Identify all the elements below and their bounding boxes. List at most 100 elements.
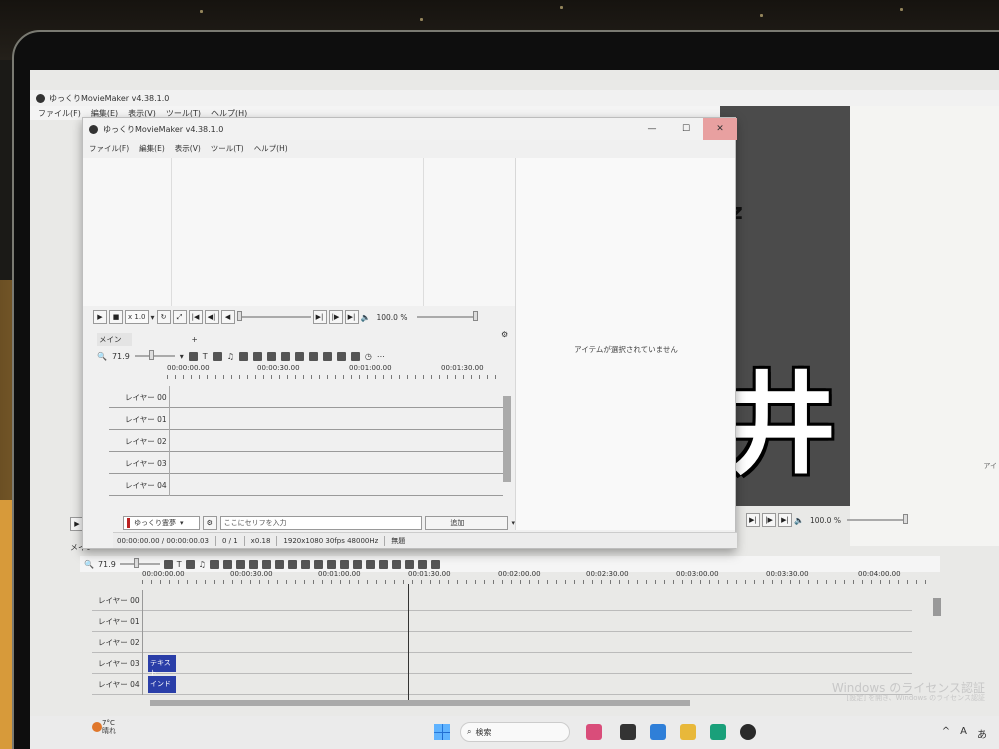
weather-icon[interactable]: [92, 722, 102, 732]
add-dropdown-icon[interactable]: ▾: [511, 519, 515, 527]
clock-icon[interactable]: ◷: [365, 352, 372, 361]
menu-edit[interactable]: 編集(E): [139, 143, 165, 154]
volume-slider[interactable]: [417, 311, 479, 321]
start-button[interactable]: [434, 724, 450, 740]
back-timeline-ruler[interactable]: 00:00:00.00 00:00:30.00 00:01:00.00 00:0…: [142, 570, 942, 584]
front-preview-area[interactable]: [83, 158, 515, 306]
timeline-layer[interactable]: レイヤー 02: [109, 430, 503, 452]
skip-end-icon[interactable]: ▶|: [344, 310, 359, 324]
timeline-layer[interactable]: レイヤー 03: [109, 452, 503, 474]
lock-icon[interactable]: [378, 559, 388, 569]
zoom-slider-thumb[interactable]: [148, 350, 154, 360]
copilot-icon[interactable]: [650, 724, 666, 740]
delete-icon[interactable]: [365, 559, 375, 569]
grid-icon[interactable]: [336, 351, 346, 361]
text-icon[interactable]: T: [203, 352, 208, 361]
menu-file[interactable]: ファイル(F): [89, 143, 129, 154]
settings-icon[interactable]: [430, 559, 440, 569]
face-icon[interactable]: [248, 559, 258, 569]
timeline-layer[interactable]: レイヤー 03 テキスト: [92, 653, 912, 677]
step-forward-icon[interactable]: |▶: [328, 310, 343, 324]
play-pause-icon[interactable]: ▶|: [746, 513, 760, 527]
zoom-slider-thumb[interactable]: [133, 558, 139, 568]
pane-divider[interactable]: [171, 158, 172, 306]
vertical-scrollbar[interactable]: [933, 598, 941, 616]
menu-help[interactable]: ヘルプ(H): [254, 143, 288, 154]
close-button[interactable]: ✕: [703, 118, 737, 140]
shape-icon[interactable]: [222, 559, 232, 569]
text-icon[interactable]: T: [177, 560, 182, 569]
copy-icon[interactable]: [339, 559, 349, 569]
speech-icon[interactable]: [163, 559, 173, 569]
undo-icon[interactable]: [300, 559, 310, 569]
tray-chevron-icon[interactable]: ^: [942, 726, 950, 741]
seek-slider[interactable]: [236, 311, 311, 321]
video-icon[interactable]: [212, 351, 222, 361]
gear-icon[interactable]: ⚙: [501, 330, 508, 339]
grid-icon[interactable]: [391, 559, 401, 569]
timeline-layer[interactable]: レイヤー 04: [109, 474, 503, 496]
playhead[interactable]: [408, 584, 409, 704]
audio-icon[interactable]: ♫: [199, 560, 206, 569]
file-explorer-icon[interactable]: [680, 724, 696, 740]
more-icon[interactable]: ⋯: [377, 352, 385, 361]
ime-kana[interactable]: あ: [977, 726, 987, 741]
menu-view[interactable]: 表示(V): [175, 143, 201, 154]
volume-slider-thumb[interactable]: [902, 514, 908, 524]
timeline-layer[interactable]: レイヤー 01: [109, 408, 503, 430]
seek-slider-thumb[interactable]: [236, 311, 242, 321]
taskbar-search[interactable]: ⌕ 検索: [460, 722, 570, 742]
play-button[interactable]: ▶: [93, 310, 107, 324]
timeline-vscrollbar[interactable]: [503, 396, 511, 482]
timeline-layer[interactable]: レイヤー 00: [92, 590, 912, 611]
redo-icon[interactable]: [313, 559, 323, 569]
menu-file[interactable]: ファイル(F): [38, 108, 81, 119]
weather-widget[interactable]: 7°C 晴れ: [102, 719, 116, 735]
add-button[interactable]: 追加: [425, 516, 509, 530]
link-icon[interactable]: ⤢: [172, 310, 187, 324]
back-window-titlebar[interactable]: ゆっくりMovieMaker v4.38.1.0: [30, 90, 999, 106]
timeline-layer[interactable]: レイヤー 04 インド: [92, 674, 912, 695]
step-back-icon[interactable]: ◀|: [204, 310, 219, 324]
maximize-button[interactable]: ☐: [669, 118, 703, 140]
image-icon[interactable]: [238, 351, 248, 361]
timeline-clip[interactable]: テキスト: [148, 655, 176, 677]
volume-slider[interactable]: [846, 514, 908, 524]
cut-icon[interactable]: [326, 559, 336, 569]
speech-input[interactable]: ここにセリフを入力: [219, 516, 423, 530]
dropdown-icon[interactable]: ▾: [180, 352, 184, 361]
ime-mode[interactable]: A: [960, 726, 967, 741]
face-icon[interactable]: [280, 351, 290, 361]
menu-tools[interactable]: ツール(T): [211, 143, 244, 154]
layout-icon[interactable]: [274, 559, 284, 569]
voice-settings-icon[interactable]: ⚙: [202, 516, 217, 530]
effect-icon[interactable]: [294, 351, 304, 361]
skip-end-icon[interactable]: ▶|: [778, 513, 792, 527]
split-icon[interactable]: [404, 559, 414, 569]
character-icon[interactable]: [266, 351, 276, 361]
pane-divider[interactable]: [423, 158, 424, 306]
video-icon[interactable]: [185, 559, 195, 569]
minimize-button[interactable]: —: [635, 118, 669, 140]
speech-icon[interactable]: [188, 351, 198, 361]
layout-icon[interactable]: [308, 351, 318, 361]
step-forward-icon[interactable]: |▶: [762, 513, 776, 527]
timeline-layer[interactable]: レイヤー 01: [92, 611, 912, 632]
prev-frame-icon[interactable]: ◀: [220, 310, 235, 324]
play-pause-icon[interactable]: ▶|: [312, 310, 327, 324]
clock-icon[interactable]: [287, 559, 297, 569]
skip-start-icon[interactable]: |◀: [188, 310, 203, 324]
shape-icon[interactable]: [252, 351, 262, 361]
volume-slider-thumb[interactable]: [473, 311, 479, 321]
stop-button[interactable]: ■: [109, 310, 123, 324]
effect-icon[interactable]: [261, 559, 271, 569]
bookmark-icon[interactable]: [350, 351, 360, 361]
zoom-slider[interactable]: [134, 350, 175, 360]
camera-icon[interactable]: [417, 559, 427, 569]
image-icon[interactable]: [209, 559, 219, 569]
speed-select[interactable]: x 1.0: [125, 310, 149, 324]
character-icon[interactable]: [235, 559, 245, 569]
loop-icon[interactable]: ↻: [156, 310, 171, 324]
ymm-taskbar-icon[interactable]: [740, 724, 756, 740]
edge-icon[interactable]: [710, 724, 726, 740]
